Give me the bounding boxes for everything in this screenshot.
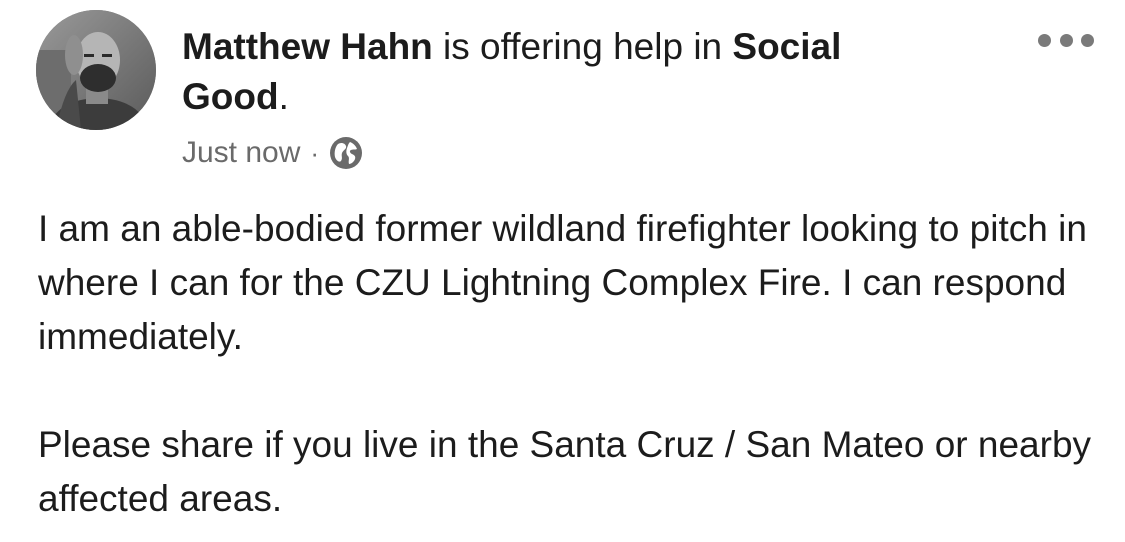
post-action-text: is offering help in — [432, 26, 733, 67]
post-body: I am an able-bodied former wildland fire… — [38, 202, 1113, 526]
avatar[interactable] — [36, 10, 156, 130]
post-paragraph: I am an able-bodied former wildland fire… — [38, 208, 1087, 357]
more-options-icon-dot — [1081, 33, 1094, 47]
more-options-icon-dot — [1059, 33, 1073, 47]
header-period: . — [278, 76, 289, 117]
meta-separator: · — [310, 137, 320, 168]
post-timestamp[interactable]: Just now — [182, 136, 300, 170]
group-name-part1[interactable]: Social — [732, 26, 841, 67]
post-header: Matthew Hahn is offering help in Social G… — [182, 22, 982, 122]
post-paragraph: Please share if you live in the Santa Cr… — [38, 424, 1092, 519]
author-name[interactable]: Matthew Hahn — [182, 26, 433, 67]
avatar-photo — [36, 10, 156, 130]
globe-icon[interactable] — [329, 136, 363, 170]
post-card: Matthew Hahn is offering help in Social G… — [0, 0, 1125, 542]
more-options-icon — [1038, 33, 1051, 47]
post-meta: Just now · — [182, 133, 363, 173]
more-options-button[interactable] — [1038, 28, 1094, 52]
group-name-part2[interactable]: Good — [182, 76, 279, 117]
